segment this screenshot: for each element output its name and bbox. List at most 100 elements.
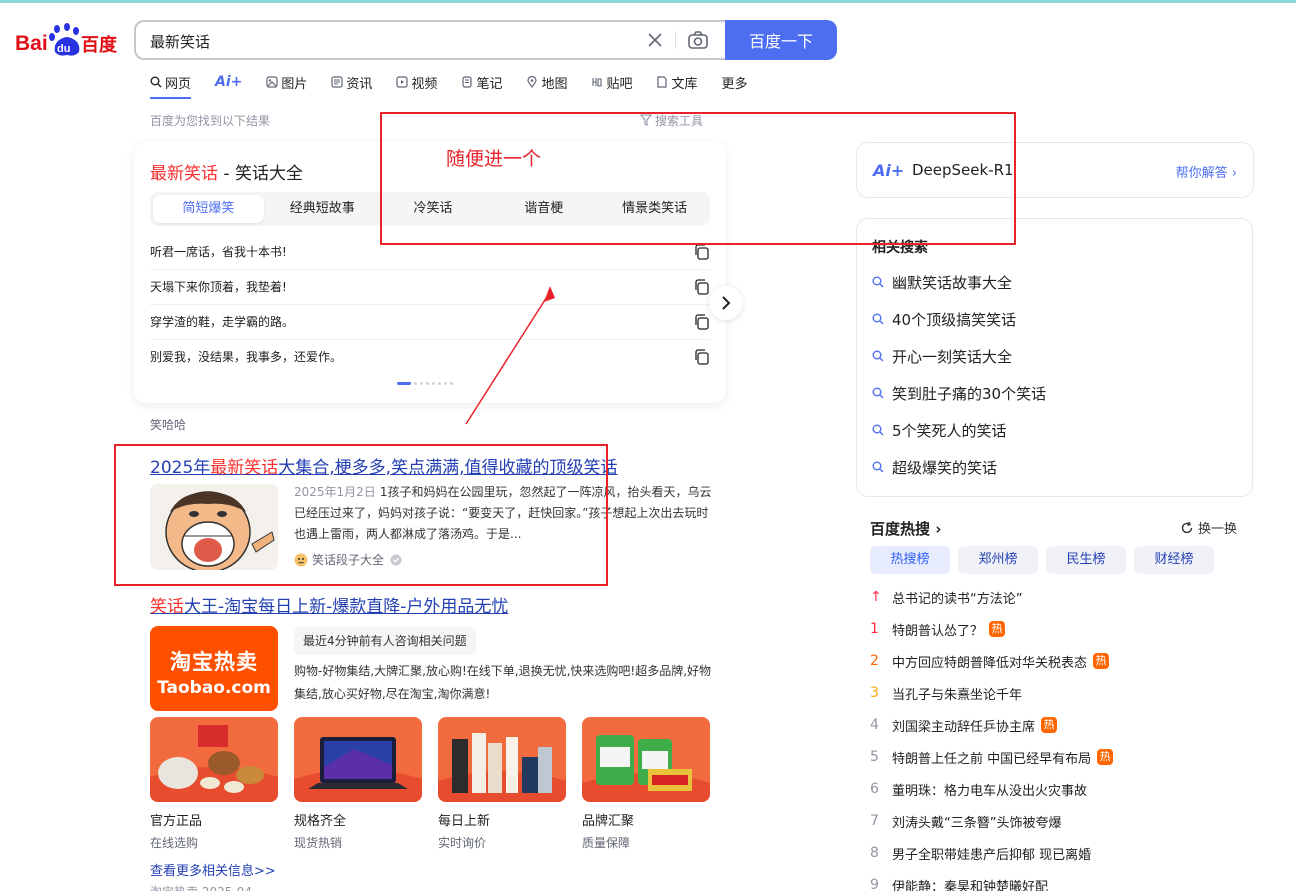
hot-rank: 6 xyxy=(870,781,879,797)
hot-search-text: 刘国梁主动辞任乒协主席 xyxy=(892,719,1036,735)
annotation-text: 随便进一个 xyxy=(446,148,542,170)
copy-icon[interactable] xyxy=(694,279,710,295)
camera-icon[interactable] xyxy=(687,29,709,51)
product-card[interactable]: 规格齐全 现货热销 xyxy=(294,717,422,851)
note-icon xyxy=(462,76,473,88)
related-search-item[interactable]: 5个笑死人的笑话 xyxy=(872,420,1007,440)
product-image-laptop xyxy=(294,717,422,802)
news-icon xyxy=(331,76,344,88)
hot-search-item[interactable]: 7 刘涛头戴“三条簪”头饰被夸爆 xyxy=(870,811,1061,831)
product-image-teaset xyxy=(150,717,278,802)
hot-search-text: 总书记的读书“方法论” xyxy=(892,591,1023,607)
hot-search-item[interactable]: 1 特朗普认怂了？ 热 xyxy=(870,619,1006,639)
related-search-item[interactable]: 40个顶级搞笑笑话 xyxy=(872,309,1016,329)
carousel-dot[interactable] xyxy=(450,382,453,385)
hot-search-text: 男子全职带娃患产后抑郁 现已离婚 xyxy=(892,847,1092,863)
copy-icon[interactable] xyxy=(694,349,710,365)
copy-icon[interactable] xyxy=(694,244,710,260)
search-input[interactable] xyxy=(150,31,630,51)
product-card[interactable]: 官方正品 在线选购 xyxy=(150,717,278,851)
carousel-dot[interactable] xyxy=(432,382,435,385)
searchbox-divider xyxy=(675,31,676,49)
tab-tieba-label: 贴吧 xyxy=(606,76,633,92)
product-subtitle: 实时询价 xyxy=(438,836,487,850)
related-search-item[interactable]: 幽默笑话故事大全 xyxy=(872,272,1012,292)
hot-search-item[interactable]: 9 伊能静：秦昊和钟楚曦好配 xyxy=(870,875,1048,891)
hot-tab[interactable]: 热搜榜 xyxy=(870,546,950,574)
product-subtitle: 现货热销 xyxy=(294,836,343,850)
tab-more[interactable]: 更多 xyxy=(722,72,748,92)
hot-search-text: 中方回应特朗普降低对华关税表态 xyxy=(892,655,1088,671)
product-name: 品牌汇聚 xyxy=(582,814,635,829)
taobao-logo[interactable]: 淘宝热卖 Taobao.com xyxy=(150,626,278,711)
annotation-box-result xyxy=(114,444,608,586)
carousel-dot[interactable] xyxy=(420,382,423,385)
joke-card-title[interactable]: 最新笑话 - 笑话大全 xyxy=(150,159,303,184)
hot-rank: 7 xyxy=(870,813,879,829)
carousel-dot[interactable] xyxy=(438,382,441,385)
search-icon xyxy=(872,350,884,362)
hot-search-item[interactable]: 3 当孔子与朱熹坐论千年 xyxy=(870,683,1022,703)
carousel-dot[interactable] xyxy=(414,382,417,385)
joke-item: 别爱我，没结果，我事多，还爱作。 xyxy=(150,340,710,375)
product-subtitle: 在线选购 xyxy=(150,836,199,850)
tab-news[interactable]: 资讯 xyxy=(331,72,372,92)
tab-images[interactable]: 图片 xyxy=(266,72,307,92)
taobao-logo-line2: Taobao.com xyxy=(157,678,271,698)
tab-video[interactable]: 视频 xyxy=(396,72,437,92)
tab-web[interactable]: 网页 xyxy=(150,72,192,99)
joke-tab[interactable]: 经典短故事 xyxy=(267,192,378,226)
related-search-item[interactable]: 超级爆笑的笑话 xyxy=(872,457,997,477)
hot-search-item[interactable]: 5 特朗普上任之前 中国已经早有布局热 xyxy=(870,747,1114,767)
carousel-dot[interactable] xyxy=(444,382,447,385)
refresh-button[interactable]: 换一换 xyxy=(1180,518,1237,537)
copy-icon[interactable] xyxy=(694,314,710,330)
hot-search-text: 特朗普上任之前 中国已经早有布局 xyxy=(892,751,1092,767)
hot-tab[interactable]: 民生榜 xyxy=(1046,546,1126,574)
search-vertical-tabs: 网页 Ai+ 图片 资讯 视频 笔记 地图 贴吧 文库 更多 xyxy=(150,72,772,100)
carousel-dot[interactable] xyxy=(397,382,411,385)
doc-icon xyxy=(657,76,668,88)
hot-badge: 热 xyxy=(1097,749,1114,765)
joke-text: 听君一席话，省我十本书! xyxy=(150,245,287,259)
related-search-item[interactable]: 笑到肚子痛的30个笑话 xyxy=(872,383,1046,403)
baidu-logo[interactable]: Bai du 百度 xyxy=(15,22,119,58)
hot-search-item[interactable]: 2 中方回应特朗普降低对华关税表态热 xyxy=(870,651,1110,671)
clear-icon[interactable] xyxy=(645,30,665,50)
tab-wenku[interactable]: 文库 xyxy=(656,72,698,92)
hot-search-title[interactable]: 百度热搜 › xyxy=(870,518,941,539)
image-icon xyxy=(266,76,278,88)
help-answer-link[interactable]: 帮你解答 › xyxy=(1176,162,1237,181)
hot-search-item[interactable]: ↑ 总书记的读书“方法论” xyxy=(870,587,1022,607)
more-info-link[interactable]: 查看更多相关信息>> xyxy=(150,860,276,879)
related-search-item[interactable]: 开心一刻笑话大全 xyxy=(872,346,1012,366)
hot-search-text: 刘涛头戴“三条簪”头饰被夸爆 xyxy=(892,815,1062,831)
result-title-link[interactable]: 笑话大王-淘宝每日上新-爆款直降-户外用品无忧 xyxy=(150,592,508,617)
result-title-highlight: 笑话 xyxy=(150,597,184,617)
next-result-cut-line: 淘宝热卖 2025-04 ... xyxy=(150,883,267,891)
hot-badge: 热 xyxy=(1093,653,1110,669)
tab-map-label: 地图 xyxy=(541,76,568,92)
product-card[interactable]: 品牌汇聚 质量保障 xyxy=(582,717,710,851)
carousel-dot[interactable] xyxy=(426,382,429,385)
tab-tieba[interactable]: 贴吧 xyxy=(591,72,632,92)
hot-tab[interactable]: 郑州榜 xyxy=(958,546,1038,574)
tab-notes[interactable]: 笔记 xyxy=(461,72,502,92)
map-icon xyxy=(527,76,538,88)
hot-search-item[interactable]: 4 刘国梁主动辞任乒协主席热 xyxy=(870,715,1058,735)
hot-rank: 3 xyxy=(870,685,879,701)
hot-search-item[interactable]: 6 董明珠：格力电车从没出火灾事故 xyxy=(870,779,1087,799)
result-title-rest: 大王-淘宝每日上新-爆款直降-户外用品无忧 xyxy=(184,597,509,617)
product-name: 规格齐全 xyxy=(294,814,347,829)
tab-map[interactable]: 地图 xyxy=(526,72,567,92)
tab-images-label: 图片 xyxy=(281,76,308,92)
product-card[interactable]: 每日上新 实时询价 xyxy=(438,717,566,851)
carousel-pagination[interactable] xyxy=(397,382,456,386)
hot-tab[interactable]: 财经榜 xyxy=(1134,546,1214,574)
joke-tab[interactable]: 简短爆笑 xyxy=(153,195,264,223)
carousel-next-button[interactable] xyxy=(709,286,743,320)
tab-ai[interactable]: Ai+ xyxy=(215,72,242,92)
hot-search-item[interactable]: 8 男子全职带娃患产后抑郁 现已离婚 xyxy=(870,843,1091,863)
search-button[interactable]: 百度一下 xyxy=(725,20,837,60)
hot-rank: 4 xyxy=(870,717,879,733)
